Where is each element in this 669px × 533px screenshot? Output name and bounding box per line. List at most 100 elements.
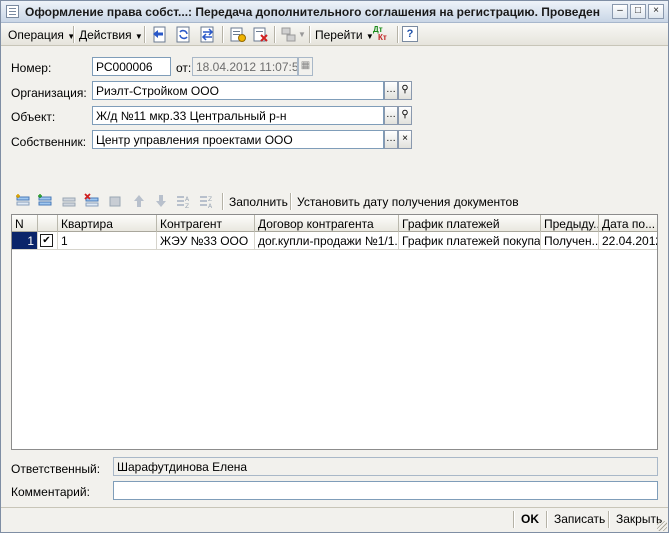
close-icon: × <box>653 5 659 16</box>
refresh-document-icon[interactable] <box>175 26 192 43</box>
document-icon <box>6 5 19 18</box>
sort-ascending-icon[interactable]: A Z <box>176 193 192 209</box>
search-icon: ⚲ <box>401 84 409 95</box>
move-left-icon[interactable] <box>151 26 168 43</box>
close-window-button[interactable]: × <box>648 4 664 19</box>
object-select-button[interactable]: … <box>384 106 398 125</box>
column-header-payment-schedule[interactable]: График платежей <box>399 215 541 232</box>
row-checkbox[interactable]: ✔ <box>40 234 53 247</box>
column-header-mark[interactable] <box>38 215 58 232</box>
contract-cell[interactable]: дог.купли-продажи №1/1... <box>255 232 399 250</box>
title-bar: Оформление права собст...: Передача допо… <box>1 1 668 23</box>
object-field[interactable]: Ж/д №11 мкр.33 Центральный р-н <box>92 106 384 125</box>
actions-menu[interactable]: Действия ▼ <box>79 28 143 42</box>
dropdown-arrow-icon: ▼ <box>67 32 76 41</box>
svg-text:Z: Z <box>185 203 189 209</box>
maximize-button[interactable]: □ <box>630 4 646 19</box>
column-header-previous[interactable]: Предыду... <box>541 215 599 232</box>
organization-select-button[interactable]: … <box>384 81 398 100</box>
responsible-label: Ответственный: <box>11 462 101 476</box>
fill-button[interactable]: Заполнить <box>229 195 288 209</box>
ok-button[interactable]: OK <box>521 512 539 526</box>
object-label: Объект: <box>11 110 56 124</box>
toolbar-separator <box>397 26 398 43</box>
button-separator <box>546 511 547 528</box>
toolbar-separator <box>309 26 310 43</box>
toolbar-separator <box>144 26 145 43</box>
column-header-counterparty[interactable]: Контрагент <box>157 215 255 232</box>
help-button[interactable]: ? <box>402 26 418 42</box>
search-icon: ⚲ <box>401 109 409 120</box>
from-label: от: <box>176 61 192 75</box>
number-field[interactable]: РС000006 <box>92 57 171 76</box>
exchange-icon[interactable] <box>199 26 216 43</box>
structure-icon[interactable] <box>280 26 297 43</box>
move-down-icon[interactable] <box>153 193 169 209</box>
row-checkbox-cell[interactable]: ✔ <box>38 232 58 250</box>
close-button[interactable]: Закрыть <box>616 512 662 526</box>
unpost-document-icon[interactable] <box>252 26 269 43</box>
set-document-date-button[interactable]: Установить дату получения документов <box>297 195 519 209</box>
ellipsis-icon: … <box>386 109 396 120</box>
column-header-n[interactable]: N <box>12 215 38 232</box>
date-field[interactable]: 18.04.2012 11:07:57 <box>192 57 298 76</box>
column-header-contract[interactable]: Договор контрагента <box>255 215 399 232</box>
post-document-icon[interactable] <box>229 26 246 43</box>
ellipsis-icon: … <box>386 84 396 95</box>
date-cell[interactable]: 22.04.2012 <box>599 232 657 250</box>
previous-cell[interactable]: Получен... <box>541 232 599 250</box>
owner-label: Собственник: <box>11 135 87 149</box>
payment-schedule-cell[interactable]: График платежей покупа... <box>399 232 541 250</box>
toolbar-separator <box>222 193 223 210</box>
minimize-icon: – <box>617 5 623 16</box>
sort-descending-icon[interactable]: Z A <box>199 193 215 209</box>
counterparty-cell[interactable]: ЖЭУ №33 ООО <box>157 232 255 250</box>
apartments-table[interactable]: N Квартира Контрагент Договор контрагент… <box>11 214 658 450</box>
organization-open-button[interactable]: ⚲ <box>398 81 412 100</box>
owner-clear-button[interactable]: × <box>398 130 412 149</box>
end-edit-icon[interactable] <box>108 193 124 209</box>
organization-field[interactable]: Риэлт-Стройком ООО <box>92 81 384 100</box>
dtkt-button[interactable]: Дт Кт <box>373 26 391 44</box>
toolbar-separator <box>73 26 74 43</box>
main-toolbar: Операция ▼ Действия ▼ ▼ Перейти ▼ Дт Кт … <box>1 23 668 46</box>
column-header-date[interactable]: Дата по... <box>599 215 657 232</box>
toolbar-separator <box>290 193 291 210</box>
calendar-icon: ▦ <box>300 60 311 71</box>
svg-text:Z: Z <box>208 196 212 203</box>
dropdown-arrow-icon[interactable]: ▼ <box>298 30 306 39</box>
organization-label: Организация: <box>11 86 87 100</box>
minimize-button[interactable]: – <box>612 4 628 19</box>
comment-field[interactable] <box>113 481 658 500</box>
row-number-cell[interactable]: 1 <box>12 232 38 250</box>
svg-text:A: A <box>185 196 190 203</box>
window-title: Оформление права собст...: Передача допо… <box>25 5 600 19</box>
button-separator <box>513 511 514 528</box>
toolbar-separator <box>274 26 275 43</box>
resize-grip[interactable] <box>657 521 667 531</box>
apartment-cell[interactable]: 1 <box>58 232 157 250</box>
help-icon: ? <box>406 28 414 40</box>
calendar-button[interactable]: ▦ <box>298 57 313 76</box>
copy-row-icon[interactable] <box>37 193 53 209</box>
document-window: Оформление права собст...: Передача допо… <box>0 0 669 533</box>
owner-field[interactable]: Центр управления проектами ООО <box>92 130 384 149</box>
ellipsis-icon: … <box>386 133 396 144</box>
object-open-button[interactable]: ⚲ <box>398 106 412 125</box>
number-label: Номер: <box>11 61 52 75</box>
maximize-icon: □ <box>634 5 642 16</box>
dropdown-arrow-icon: ▼ <box>134 32 143 41</box>
bottom-button-bar: OK Записать Закрыть <box>1 507 668 532</box>
move-up-icon[interactable] <box>131 193 147 209</box>
operation-menu[interactable]: Операция ▼ <box>8 28 75 42</box>
clear-icon: × <box>402 133 408 144</box>
owner-select-button[interactable]: … <box>384 130 398 149</box>
edit-row-icon[interactable] <box>61 193 77 209</box>
responsible-field[interactable]: Шарафутдинова Елена <box>113 457 658 476</box>
column-header-apartment[interactable]: Квартира <box>58 215 157 232</box>
delete-row-icon[interactable] <box>84 193 100 209</box>
goto-menu[interactable]: Перейти ▼ <box>315 28 374 42</box>
add-row-icon[interactable] <box>15 193 31 209</box>
save-button[interactable]: Записать <box>554 512 605 526</box>
svg-text:A: A <box>208 203 213 209</box>
